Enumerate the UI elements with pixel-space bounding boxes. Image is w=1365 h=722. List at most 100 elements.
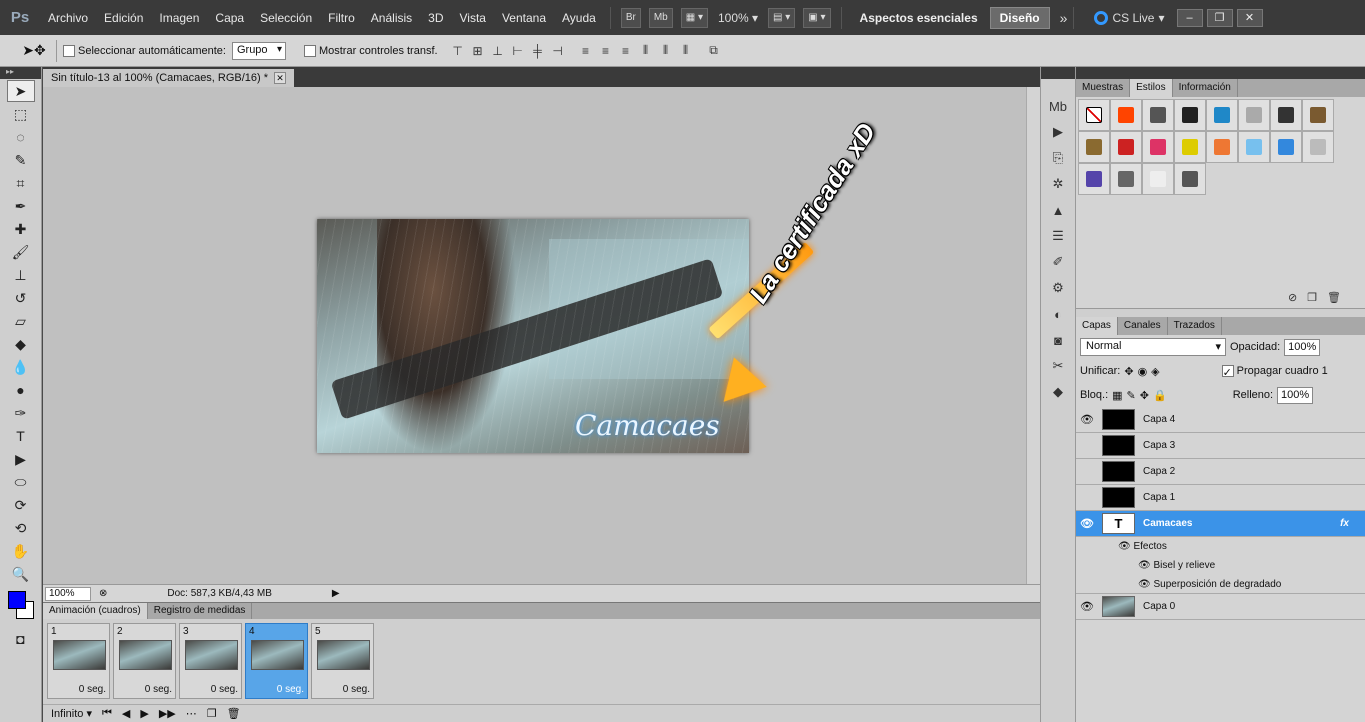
arrange-documents-button[interactable]: ▤ ▾ [768, 7, 796, 28]
zoom-level-dropdown[interactable]: 100% ▾ [712, 11, 764, 25]
quick-mask-icon[interactable]: ◘ [7, 628, 35, 650]
lock-pixels-icon[interactable]: ✎ [1127, 389, 1136, 402]
style-swatch[interactable] [1238, 131, 1270, 163]
histogram-panel-icon[interactable]: ▲ [1045, 199, 1071, 221]
next-frame-icon[interactable]: ▶▶ [159, 707, 176, 720]
effects-group[interactable]: 👁 Efectos [1076, 537, 1365, 556]
tab-animation-frames[interactable]: Animación (cuadros) [43, 603, 148, 619]
pen-tool-icon[interactable]: ✑ [7, 402, 35, 424]
status-icon[interactable]: ⊗ [99, 588, 107, 599]
unify-visibility-icon[interactable]: ◉ [1138, 365, 1148, 378]
effects-eye-icon[interactable]: 👁 [1118, 541, 1131, 552]
align-top-icon[interactable]: ⊤ [450, 43, 466, 59]
visibility-eye-icon[interactable]: 👁 [1076, 413, 1098, 426]
hand-tool-icon[interactable]: ✋ [7, 540, 35, 562]
play-icon[interactable]: ▶ [140, 707, 148, 720]
mini-bridge-panel-icon[interactable]: Mb [1045, 95, 1071, 117]
opacity-field[interactable]: 100% [1284, 338, 1321, 356]
type-tool-icon[interactable]: T [7, 425, 35, 447]
vertical-scrollbar[interactable] [1026, 87, 1040, 584]
layer-row[interactable]: 👁 Capa 0 [1076, 594, 1365, 620]
menu-vista[interactable]: Vista [452, 11, 494, 25]
tab-measurement-log[interactable]: Registro de medidas [148, 603, 253, 619]
style-swatch[interactable] [1206, 131, 1238, 163]
style-swatch[interactable] [1110, 163, 1142, 195]
actions-panel-icon[interactable]: ▶ [1045, 121, 1071, 143]
canvas-image[interactable]: Camacaes [317, 219, 749, 453]
frame-delay[interactable]: 0 seg. [277, 684, 304, 695]
navigator-panel-icon[interactable]: ✲ [1045, 173, 1071, 195]
style-swatch[interactable] [1142, 131, 1174, 163]
unify-style-icon[interactable]: ◈ [1151, 365, 1159, 378]
path-selection-tool-icon[interactable]: ▶ [7, 448, 35, 470]
menu-capa[interactable]: Capa [207, 11, 252, 25]
restore-button[interactable]: ❐ [1206, 8, 1233, 27]
layer-row-selected[interactable]: 👁 T Camacaes fx [1076, 511, 1365, 537]
menu-imagen[interactable]: Imagen [151, 11, 207, 25]
distribute-top-icon[interactable]: ≡ [578, 43, 594, 59]
distribute-vcenter-icon[interactable]: ≡ [598, 43, 614, 59]
menu-ventana[interactable]: Ventana [494, 11, 554, 25]
3d-rotate-tool-icon[interactable]: ⟳ [7, 494, 35, 516]
frame-delay[interactable]: 0 seg. [343, 684, 370, 695]
blend-mode-select[interactable]: Normal [1080, 338, 1226, 356]
eraser-tool-icon[interactable]: ▱ [7, 310, 35, 332]
history-brush-tool-icon[interactable]: ↺ [7, 287, 35, 309]
previous-frame-icon[interactable]: ◀ [122, 707, 130, 720]
style-swatch[interactable] [1078, 99, 1110, 131]
align-left-icon[interactable]: ⊢ [510, 43, 526, 59]
lock-position-icon[interactable]: ✥ [1140, 389, 1149, 402]
style-swatch[interactable] [1110, 131, 1142, 163]
style-swatch[interactable] [1302, 99, 1334, 131]
frame-delay[interactable]: 0 seg. [145, 684, 172, 695]
ellipse-tool-icon[interactable]: ⬭ [7, 471, 35, 493]
layer-row[interactable]: 👁 Capa 4 [1076, 407, 1365, 433]
animation-frame[interactable]: 1 0 seg. [47, 623, 110, 699]
masks-panel-icon[interactable]: ◐ [1045, 303, 1071, 325]
auto-select-mode-select[interactable]: Grupo [231, 41, 286, 60]
workspace-design-button[interactable]: Diseño [989, 6, 1050, 29]
minimize-button[interactable]: – [1176, 8, 1203, 27]
history-panel-icon[interactable]: ⎘ [1045, 147, 1071, 169]
close-document-icon[interactable]: ✕ [274, 72, 287, 84]
more-workspaces-icon[interactable]: » [1060, 10, 1068, 26]
duplicate-frame-icon[interactable]: ❐ [207, 707, 217, 720]
style-swatch[interactable] [1078, 163, 1110, 195]
screen-mode-button[interactable]: ▣ ▾ [803, 7, 831, 28]
tab-paths[interactable]: Trazados [1168, 317, 1222, 335]
style-swatch[interactable] [1110, 99, 1142, 131]
distribute-bottom-icon[interactable]: ≡ [618, 43, 634, 59]
style-swatch[interactable] [1142, 99, 1174, 131]
fill-field[interactable]: 100% [1277, 386, 1314, 404]
style-swatch[interactable] [1270, 131, 1302, 163]
loop-select[interactable]: Infinito ▾ [51, 707, 92, 720]
eyedropper-tool-icon[interactable]: ✒ [7, 195, 35, 217]
view-extras-button[interactable]: ▦ ▾ [680, 7, 708, 28]
canvas-viewport[interactable]: Camacaes La certificada xD [43, 87, 1026, 584]
tab-swatches[interactable]: Muestras [1076, 79, 1131, 97]
effect-row[interactable]: 👁 Superposición de degradado [1076, 575, 1365, 594]
tool-presets-panel-icon[interactable]: ✂ [1045, 355, 1071, 377]
unify-position-icon[interactable]: ✥ [1124, 365, 1133, 378]
auto-align-layers-icon[interactable]: ⧉ [706, 43, 722, 59]
dodge-tool-icon[interactable]: ● [7, 379, 35, 401]
align-vcenter-icon[interactable]: ⊞ [470, 43, 486, 59]
paint-bucket-tool-icon[interactable]: ◆ [7, 333, 35, 355]
workspace-essentials[interactable]: Aspectos esenciales [848, 11, 990, 25]
bridge-button[interactable]: Br [620, 7, 641, 28]
tab-layers[interactable]: Capas [1076, 317, 1118, 335]
tab-styles[interactable]: Estilos [1130, 79, 1173, 97]
foreground-color[interactable] [7, 591, 26, 609]
tab-channels[interactable]: Canales [1118, 317, 1168, 335]
animation-frame[interactable]: 3 0 seg. [179, 623, 242, 699]
lasso-tool-icon[interactable]: ◌ [7, 126, 35, 148]
clone-source-panel-icon[interactable]: ⚙ [1045, 277, 1071, 299]
style-swatch[interactable] [1078, 131, 1110, 163]
distribute-hcenter-icon[interactable]: ⫴ [658, 43, 674, 59]
adjustments-panel-icon[interactable]: ☰ [1045, 225, 1071, 247]
tween-icon[interactable]: ⋯ [186, 707, 197, 720]
align-right-icon[interactable]: ⊣ [550, 43, 566, 59]
style-swatch[interactable] [1174, 99, 1206, 131]
tab-info[interactable]: Información [1173, 79, 1238, 97]
show-transform-controls-checkbox[interactable]: Mostrar controles transf. [303, 44, 438, 57]
